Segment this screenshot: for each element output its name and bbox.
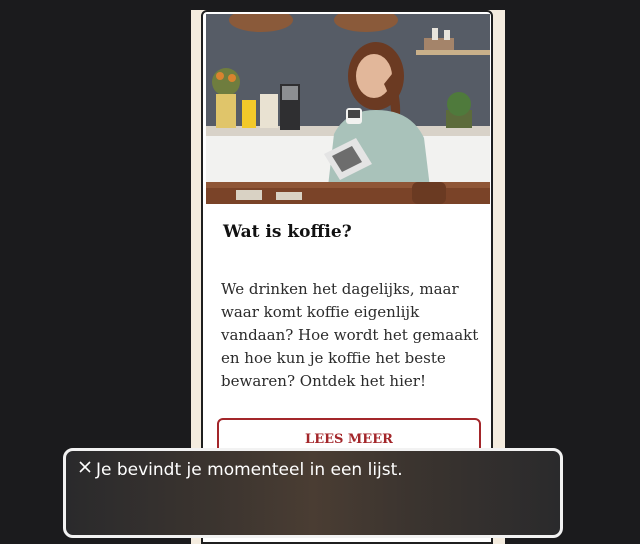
close-icon[interactable] <box>77 459 93 475</box>
article-title: Wat is koffie? <box>223 222 352 242</box>
article-body: We drinken het dagelijks, maar waar komt… <box>221 280 479 390</box>
article-photo <box>206 14 490 204</box>
voiceover-message: Je bevindt je momenteel in een lijst. <box>96 460 403 480</box>
voiceover-caption-panel: Je bevindt je momenteel in een lijst. <box>63 448 563 538</box>
